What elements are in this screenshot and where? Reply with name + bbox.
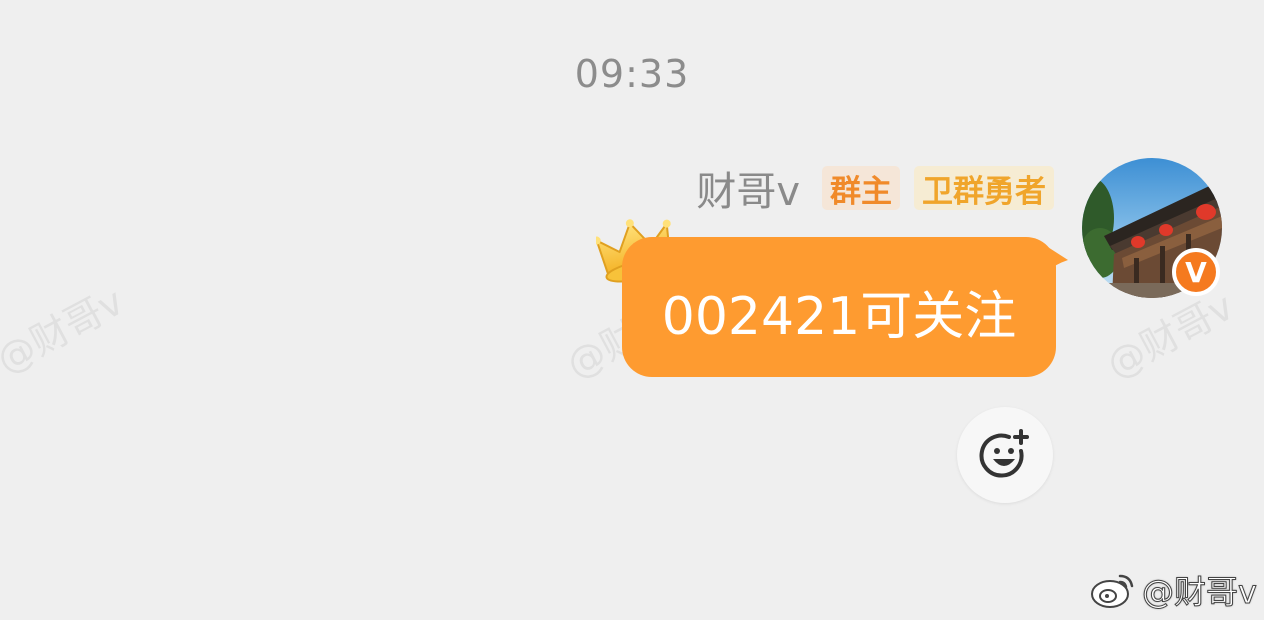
message-timestamp: 09:33 bbox=[574, 52, 690, 96]
weibo-watermark-text: @财哥v bbox=[1142, 573, 1258, 612]
verified-badge-icon: V bbox=[1172, 248, 1220, 296]
weibo-watermark: @财哥v bbox=[1090, 568, 1257, 612]
message-bubble[interactable]: 002421可关注 bbox=[622, 237, 1056, 377]
sender-name[interactable]: 财哥v bbox=[696, 159, 800, 217]
bubble-tail bbox=[1040, 242, 1068, 272]
group-owner-badge: 群主 bbox=[822, 166, 900, 210]
watermark-left: @财哥v bbox=[0, 279, 131, 383]
weibo-logo-icon bbox=[1091, 574, 1134, 608]
group-guardian-badge: 卫群勇者 bbox=[914, 166, 1054, 210]
add-emoji-icon bbox=[979, 429, 1029, 478]
sender-header: 财哥v 群主 卫群勇者 bbox=[696, 164, 1054, 215]
add-reaction-button[interactable] bbox=[957, 407, 1053, 503]
